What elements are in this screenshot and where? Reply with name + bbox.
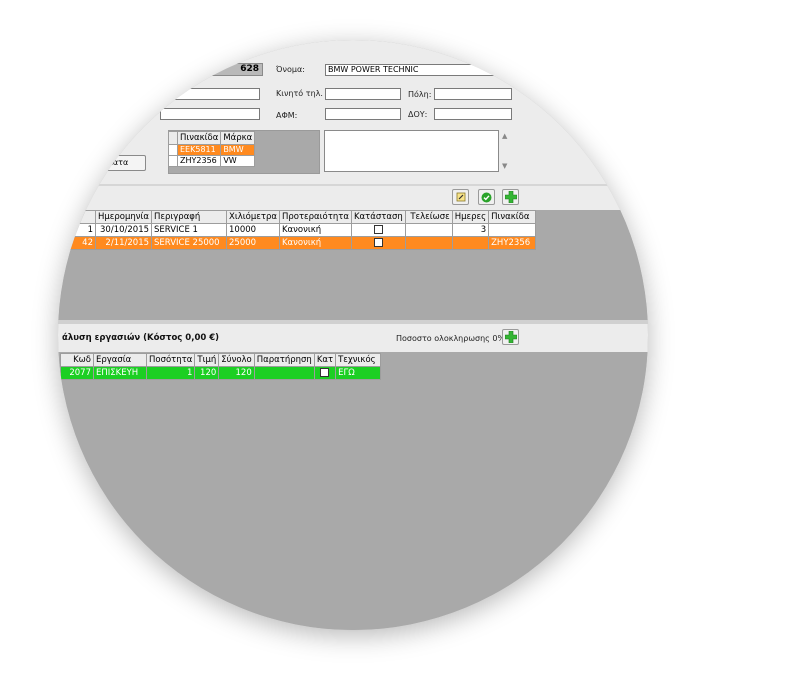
- afm-label: ΑΦΜ:: [276, 111, 298, 120]
- task-technician: ΕΓΩ: [335, 366, 382, 380]
- confirm-button[interactable]: [478, 189, 495, 205]
- task-price: 120: [194, 366, 220, 380]
- service-id: 42: [60, 236, 96, 250]
- services-table: Ημερομηνία Περιγραφή Χιλιόμετρα Προτεραι…: [60, 210, 537, 250]
- add-service-button[interactable]: [502, 189, 519, 205]
- tasks-table: Κωδ Εργασία Ποσότητα Τιμή Σύνολο Παρατήρ…: [60, 353, 382, 380]
- col-description[interactable]: Περιγραφή: [151, 210, 228, 224]
- col-date[interactable]: Ημερομηνία: [94, 210, 153, 224]
- task-name: ΕΠΙΣΚΕΥΗ: [93, 366, 147, 380]
- city-field[interactable]: [434, 88, 512, 100]
- notes-textarea[interactable]: [324, 130, 499, 172]
- plates-row[interactable]: ZHY2356 VW: [168, 155, 256, 167]
- task-code: 2077: [60, 366, 94, 380]
- col-status[interactable]: Κατάσταση: [350, 210, 406, 224]
- scroll-up-icon[interactable]: ▲: [502, 132, 507, 140]
- col-total[interactable]: Σύνολο: [218, 353, 255, 367]
- plus-icon: [504, 331, 517, 343]
- col-note[interactable]: Παρατήρηση: [253, 353, 315, 367]
- name-field[interactable]: BMW POWER TECHNIC: [325, 64, 515, 76]
- magnifier-lens: 628 Όνομα: BMW POWER TECHNIC Κινητό τηλ.…: [58, 40, 648, 630]
- vehicles-button[interactable]: ματα: [90, 155, 146, 171]
- service-description: SERVICE 25000: [151, 236, 228, 250]
- service-priority: Κανονική: [278, 236, 352, 250]
- customer-panel: 628 Όνομα: BMW POWER TECHNIC Κινητό τηλ.…: [58, 40, 648, 186]
- tasks-title: άλυση εργασιών (Κόστος 0,00 €): [62, 333, 220, 343]
- status-checkbox[interactable]: [350, 223, 406, 237]
- services-toolbar: [58, 186, 648, 210]
- brand-cell: BMW: [220, 144, 256, 156]
- task-note: [253, 366, 315, 380]
- tasks-grid: [58, 352, 648, 630]
- col-category[interactable]: Κατ: [313, 353, 337, 367]
- service-days: [451, 236, 490, 250]
- col-priority[interactable]: Προτεραιότητα: [278, 210, 352, 224]
- task-total: 120: [218, 366, 255, 380]
- service-finished: [404, 236, 453, 250]
- col-km[interactable]: Χιλιόμετρα: [226, 210, 280, 224]
- status-checkbox[interactable]: [350, 236, 406, 250]
- plates-row[interactable]: EEK5811 BMW: [168, 144, 256, 156]
- service-date: 2/11/2015: [94, 236, 153, 250]
- plates-table: Πινακίδα Μάρκα EEK5811 BMW ZHY2356 VW: [168, 131, 256, 167]
- afm-field[interactable]: [325, 108, 401, 120]
- tasks-header-panel: άλυση εργασιών (Κόστος 0,00 €) Ποσοστο ο…: [58, 324, 648, 352]
- service-id: 1: [60, 223, 96, 237]
- plus-icon: [504, 191, 517, 203]
- phone-field[interactable]: [160, 108, 260, 120]
- task-row[interactable]: 2077 ΕΠΙΣΚΕΥΗ 1 120 120 ΕΓΩ: [60, 366, 382, 380]
- address-field[interactable]: [160, 88, 260, 100]
- edit-button[interactable]: [452, 189, 469, 205]
- edit-icon: [456, 192, 465, 202]
- col-qty[interactable]: Ποσότητα: [145, 353, 196, 367]
- plates-header-plate: Πινακίδα: [176, 131, 222, 145]
- plate-cell: EEK5811: [176, 144, 222, 156]
- city-label: Πόλη:: [408, 90, 432, 99]
- service-finished: [404, 223, 453, 237]
- col-finished[interactable]: Τελείωσε: [404, 210, 453, 224]
- name-label: Όνομα:: [276, 65, 305, 74]
- add-task-button[interactable]: [502, 329, 519, 345]
- category-checkbox[interactable]: [313, 366, 337, 380]
- mobile-field[interactable]: [325, 88, 401, 100]
- plates-header-brand: Μάρκα: [220, 131, 256, 145]
- service-priority: Κανονική: [278, 223, 352, 237]
- check-icon: [481, 192, 492, 202]
- service-row-selected[interactable]: 42 2/11/2015 SERVICE 25000 25000 Κανονικ…: [60, 236, 537, 250]
- service-km: 25000: [226, 236, 280, 250]
- mobile-label: Κινητό τηλ.: [276, 89, 323, 98]
- doy-field[interactable]: [434, 108, 512, 120]
- service-description: SERVICE 1: [151, 223, 228, 237]
- service-days: 3: [451, 223, 490, 237]
- task-qty: 1: [145, 366, 196, 380]
- service-row[interactable]: 1 30/10/2015 SERVICE 1 10000 Κανονική 3: [60, 223, 537, 237]
- service-plate: [488, 223, 537, 237]
- col-code[interactable]: Κωδ: [60, 353, 94, 367]
- col-days[interactable]: Ημερες: [451, 210, 490, 224]
- brand-cell: VW: [220, 155, 256, 167]
- completion-label: Ποσοστο ολοκληρωσης 0%: [396, 334, 506, 343]
- col-task[interactable]: Εργασία: [93, 353, 147, 367]
- service-plate: ZHY2356: [488, 236, 537, 250]
- service-date: 30/10/2015: [94, 223, 153, 237]
- customer-number: 628: [186, 63, 263, 76]
- col-price[interactable]: Τιμή: [194, 353, 220, 367]
- col-technician[interactable]: Τεχνικός: [335, 353, 382, 367]
- plate-cell: ZHY2356: [176, 155, 222, 167]
- service-km: 10000: [226, 223, 280, 237]
- doy-label: ΔΟΥ:: [408, 110, 428, 119]
- col-plate[interactable]: Πινακίδα: [488, 210, 537, 224]
- scroll-down-icon[interactable]: ▼: [502, 162, 507, 170]
